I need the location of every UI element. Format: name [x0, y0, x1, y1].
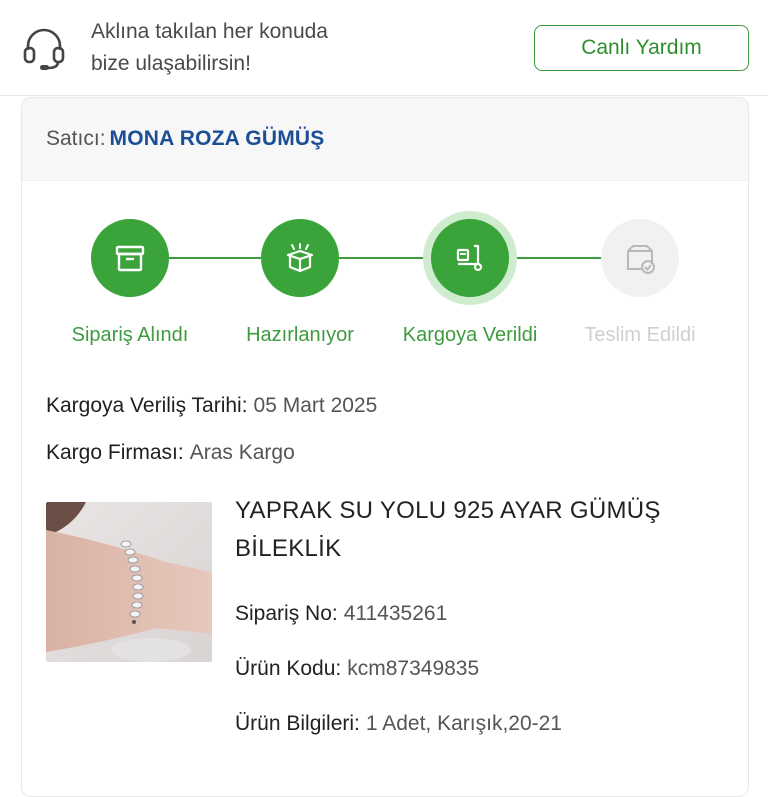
seller-name-link[interactable]: MONA ROZA GÜMÜŞ — [110, 127, 325, 151]
product-info-label: Ürün Bilgileri: — [235, 712, 360, 735]
help-text-line1: Aklına takılan her konuda — [91, 20, 328, 43]
track-line-3 — [509, 257, 601, 259]
shipment-date-label: Kargoya Veriliş Tarihi: — [46, 394, 248, 417]
carrier-row: Kargo Firması: Aras Kargo — [46, 441, 295, 465]
order-number-label: Sipariş No: — [235, 602, 338, 625]
help-text-line2: bize ulaşabilirsin! — [91, 52, 251, 75]
step-preparing — [261, 219, 339, 297]
order-progress-tracker: Sipariş Alındı Hazırlanıyor Kargoya Veri… — [22, 208, 748, 358]
headset-icon — [23, 28, 65, 70]
step-label-preparing: Hazırlanıyor — [246, 324, 354, 346]
product-info-row: Ürün Bilgileri: 1 Adet, Karışık,20-21 — [235, 712, 562, 736]
step-label-order-received: Sipariş Alındı — [71, 324, 189, 346]
help-text: Aklına takılan her konuda bize ulaşabili… — [91, 16, 391, 80]
product-image[interactable] — [46, 502, 212, 662]
product-code-row: Ürün Kodu: kcm87349835 — [235, 657, 479, 681]
step-shipped — [431, 219, 509, 297]
help-bar: Aklına takılan her konuda bize ulaşabili… — [0, 0, 768, 96]
hand-truck-icon — [456, 244, 483, 272]
step-label-delivered: Teslim Edildi — [584, 324, 696, 346]
product-title-line2: BİLEKLİK — [235, 535, 342, 562]
product-code-label: Ürün Kodu: — [235, 657, 342, 680]
order-card: Satıcı: MONA ROZA GÜMÜŞ Sipariş Alındı H… — [21, 97, 749, 797]
track-line-2 — [339, 257, 431, 259]
shipment-date-row: Kargoya Veriliş Tarihi: 05 Mart 2025 — [46, 394, 377, 418]
order-number-row: Sipariş No: 411435261 — [235, 602, 447, 626]
delivered-box-icon — [627, 245, 655, 274]
box-icon — [115, 245, 145, 272]
product-code-value: kcm87349835 — [347, 657, 480, 680]
step-delivered — [601, 219, 679, 297]
step-label-shipped: Kargoya Verildi — [402, 324, 538, 346]
product-info-value: 1 Adet, Karışık,20-21 — [365, 712, 562, 735]
carrier-value: Aras Kargo — [189, 441, 295, 464]
product-title[interactable]: YAPRAK SU YOLU 925 AYAR GÜMÜŞ BİLEKLİK — [235, 492, 725, 568]
order-number-value: 411435261 — [343, 602, 448, 625]
product-title-line1: YAPRAK SU YOLU 925 AYAR GÜMÜŞ — [235, 497, 661, 524]
track-line-1 — [169, 257, 261, 259]
step-order-received — [91, 219, 169, 297]
open-box-icon — [286, 243, 314, 273]
live-support-button[interactable]: Canlı Yardım — [534, 25, 749, 71]
seller-bar: Satıcı: MONA ROZA GÜMÜŞ — [22, 98, 748, 181]
seller-label: Satıcı: — [46, 127, 106, 150]
shipment-date-value: 05 Mart 2025 — [253, 394, 378, 417]
carrier-label: Kargo Firması: — [46, 441, 184, 464]
